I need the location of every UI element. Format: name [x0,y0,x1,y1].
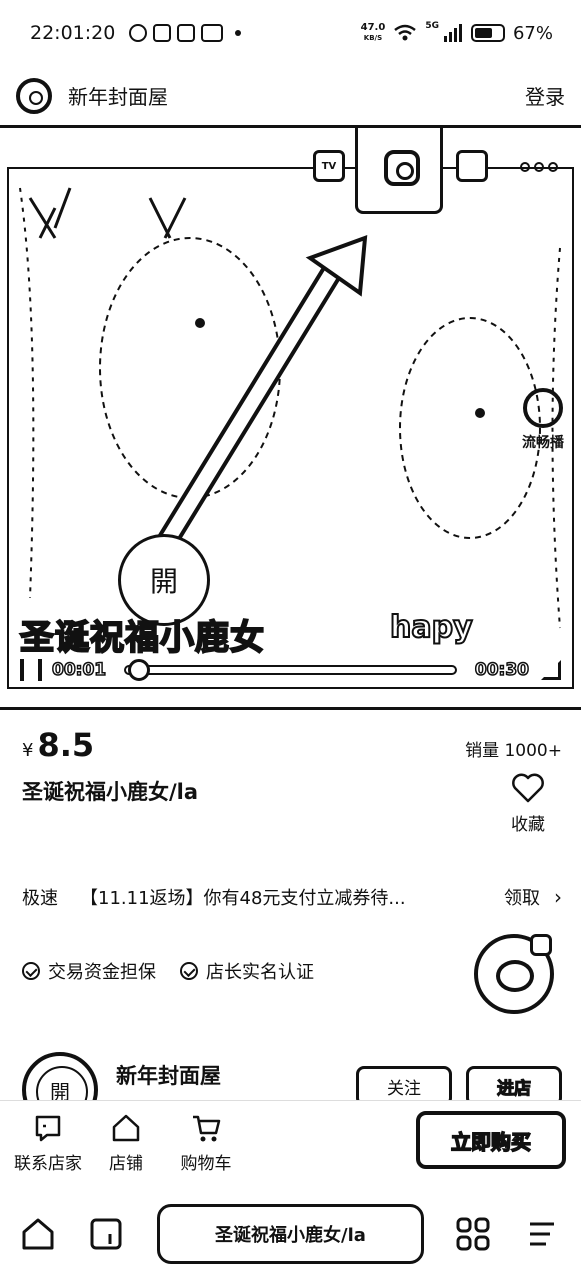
signal-icon [443,24,462,42]
chat-icon [33,1113,63,1143]
purchase-action-bar: 联系店家 店铺 购物车 立即购买 [0,1100,581,1186]
promo-row[interactable]: 极速 【11.11返场】你有48元支付立减券待... 领取 › [22,884,562,910]
buy-now-button[interactable]: 立即购买 [416,1111,566,1169]
login-link[interactable]: 登录 [525,81,565,110]
video-player[interactable]: TV 開 流畅播 圣诞祝福小鹿女 hapy 00:01 00:30 [0,128,581,710]
promo-text: 【11.11返场】你有48元支付立减券待... [80,888,406,909]
browser-nav-bar: 圣诞祝福小鹿女/la [0,1196,581,1280]
page-header: 新年封面屋 登录 [0,66,581,128]
progress-slider[interactable] [124,659,457,681]
net-speed: 47.0 KB/S [360,22,386,43]
price-row: ¥ 8.5 销量 1000+ [22,726,562,764]
sync-icon [129,24,148,42]
follow-button[interactable]: 关注 [356,1066,452,1100]
time-total: 00:30 [474,659,530,681]
network-type: 5G [425,20,439,31]
house-icon [111,1113,141,1143]
store-button[interactable]: 店铺 [100,1113,152,1174]
wifi-icon [394,24,417,41]
fluent-play-toggle[interactable]: 流畅播 [514,388,572,452]
currency-symbol: ¥ [22,740,34,761]
home-icon[interactable] [20,1216,56,1252]
claim-coupon-link[interactable]: 领取 [504,884,540,910]
enter-shop-button[interactable]: 进店 [466,1066,562,1100]
guarantee-item: 店长实名认证 [180,958,314,984]
shop-logo-icon[interactable] [16,77,52,114]
fullscreen-icon[interactable] [541,660,561,680]
time-current: 00:01 [51,659,107,681]
guarantee-item: 交易资金担保 [22,958,156,984]
notification-icons [129,24,242,42]
promo-tag: 极速 [22,888,58,909]
pause-icon[interactable] [20,659,42,681]
page-title: 新年封面屋 [68,85,168,109]
tv-cast-button[interactable]: TV [313,150,345,182]
shop-avatar[interactable]: 開 [22,1052,98,1100]
message-notification-icon [201,24,224,42]
app-notification-icon [153,24,172,42]
video-caption-right: hapy [389,609,474,646]
address-bar[interactable]: 圣诞祝福小鹿女/la [157,1204,424,1264]
favorite-button[interactable]: 收藏 [500,772,556,835]
contact-seller-button[interactable]: 联系店家 [10,1113,86,1174]
check-circle-icon [22,962,40,980]
guarantee-list: 交易资金担保 店长实名认证 [22,958,314,984]
battery-icon [470,24,505,42]
product-title: 圣诞祝福小鹿女/la [22,780,199,804]
sales-count: 销量 1000+ [465,741,562,761]
floating-window-button[interactable] [355,128,443,214]
tabs-icon[interactable] [88,1216,124,1252]
more-notifications-icon [235,30,242,36]
apps-grid-icon[interactable] [455,1216,491,1252]
chevron-right-icon: › [554,885,562,909]
shop-name[interactable]: 新年封面屋 [116,1060,221,1090]
price-value: 8.5 [37,726,95,764]
floating-play-button[interactable] [474,934,554,1014]
progress-knob[interactable] [127,659,150,681]
battery-percent: 67% [512,22,553,44]
heart-icon [511,772,545,804]
status-bar: 22:01:20 47.0 KB/S 5G 67% [0,0,581,66]
cart-icon [191,1113,221,1143]
cloud-play-icon [523,388,563,428]
cart-button[interactable]: 购物车 [176,1113,236,1174]
check-circle-icon [180,962,198,980]
video-controls: 00:01 00:30 [0,650,581,690]
status-time: 22:01:20 [30,22,116,44]
cloud-play-icon [496,960,534,992]
popout-badge-icon [530,934,552,956]
shop-info-row: 開 新年封面屋 关注 进店 [22,1046,562,1100]
pip-icon [384,150,420,186]
game-notification-icon [177,24,196,42]
menu-icon[interactable] [524,1216,560,1252]
more-options-icon[interactable] [520,162,564,174]
share-screen-button[interactable] [456,150,488,182]
